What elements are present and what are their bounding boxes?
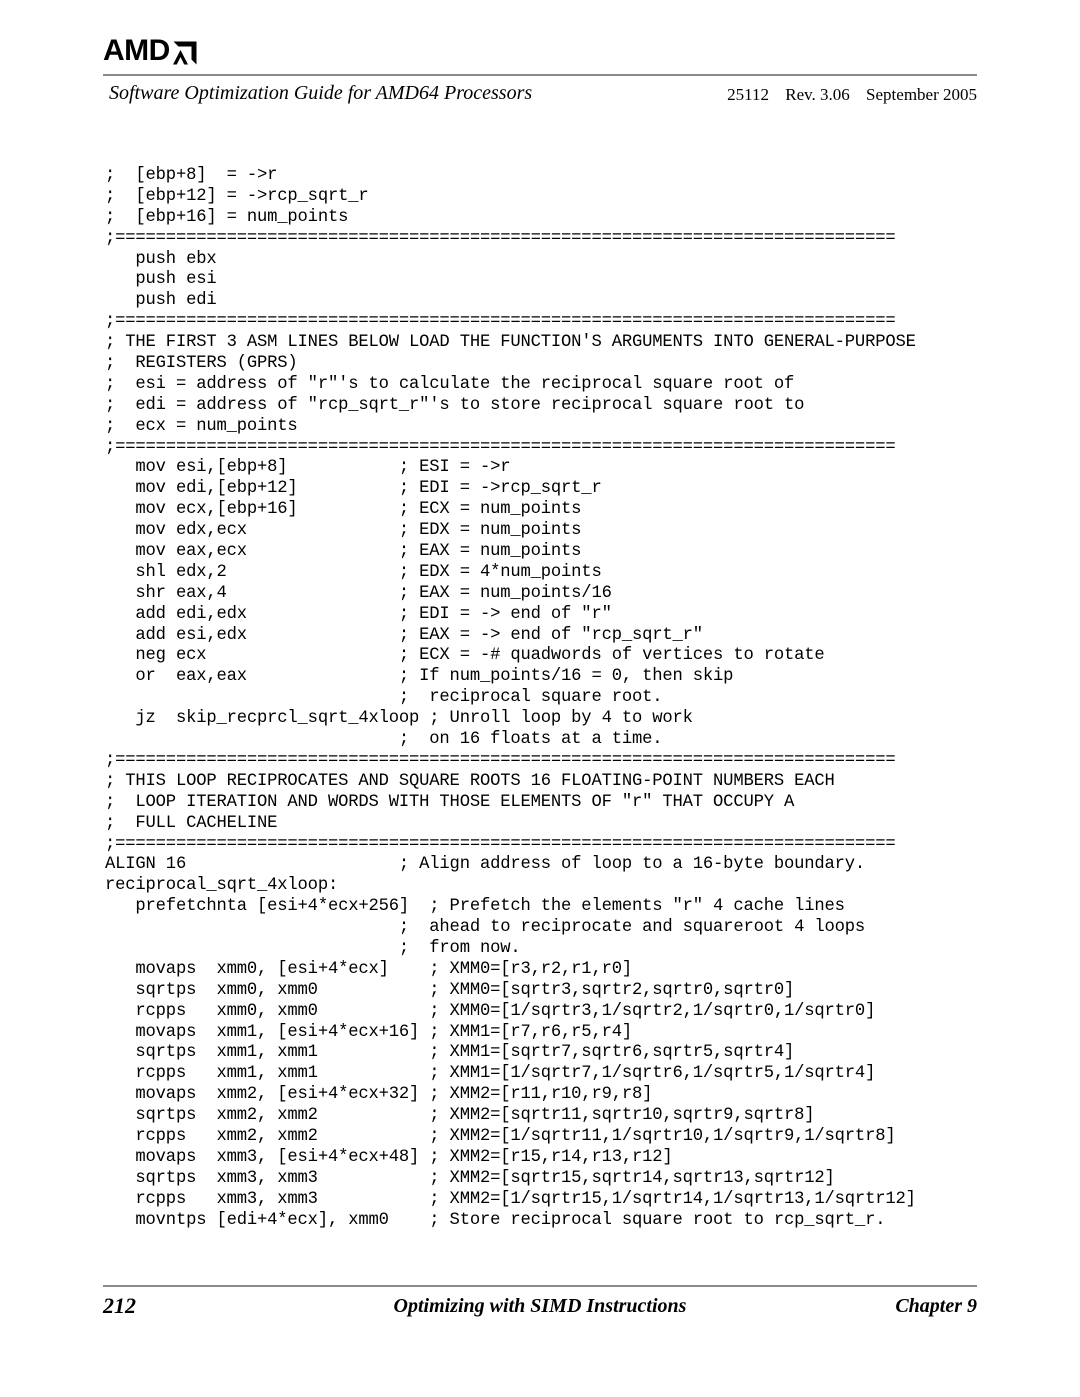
document-date: September 2005 <box>866 85 977 104</box>
footer-section-title: Optimizing with SIMD Instructions <box>393 1295 687 1317</box>
code-line: neg ecx ; ECX = -# quadwords of vertices… <box>105 646 825 666</box>
code-line: rcpps xmm0, xmm0 ; XMM0=[1/sqrtr3,1/sqrt… <box>105 1001 876 1021</box>
header-divider <box>103 74 977 76</box>
document-meta: 25112 Rev. 3.06 September 2005 <box>727 85 977 105</box>
code-line: ;=======================================… <box>105 312 896 332</box>
code-line: add edi,edx ; EDI = -> end of "r" <box>105 604 612 624</box>
code-line: ;=======================================… <box>105 437 896 457</box>
code-line: movaps xmm0, [esi+4*ecx] ; XMM0=[r3,r2,r… <box>105 959 632 979</box>
code-line: ; THE FIRST 3 ASM LINES BELOW LOAD THE F… <box>105 333 916 353</box>
code-line: ; [ebp+16] = num_points <box>105 207 349 227</box>
code-line: ;=======================================… <box>105 228 896 248</box>
code-line: rcpps xmm3, xmm3 ; XMM2=[1/sqrtr15,1/sqr… <box>105 1189 916 1209</box>
code-line: rcpps xmm1, xmm1 ; XMM1=[1/sqrtr7,1/sqrt… <box>105 1064 876 1084</box>
page-header: AMD <box>103 36 977 70</box>
code-line: push edi <box>105 291 217 311</box>
code-line: prefetchnta [esi+4*ecx+256] ; Prefetch t… <box>105 897 845 917</box>
footer-divider <box>103 1285 977 1287</box>
code-line: mov edx,ecx ; EDX = num_points <box>105 521 582 541</box>
code-line: jz skip_recprcl_sqrt_4xloop ; Unroll loo… <box>105 709 693 729</box>
code-line: sqrtps xmm2, xmm2 ; XMM2=[sqrtr11,sqrtr1… <box>105 1106 815 1126</box>
code-line: ; ecx = num_points <box>105 416 298 436</box>
amd-logo: AMD <box>103 36 977 66</box>
code-line: ; [ebp+8] = ->r <box>105 166 278 185</box>
code-line: shr eax,4 ; EAX = num_points/16 <box>105 583 612 603</box>
code-line: sqrtps xmm3, xmm3 ; XMM2=[sqrtr15,sqrtr1… <box>105 1168 835 1188</box>
code-line: push esi <box>105 270 217 290</box>
code-line: push ebx <box>105 249 217 269</box>
code-line: movaps xmm2, [esi+4*ecx+32] ; XMM2=[r11,… <box>105 1085 653 1105</box>
document-page: AMD Software Optimization Guide for AMD6… <box>0 0 1080 1397</box>
code-line: movntps [edi+4*ecx], xmm0 ; Store recipr… <box>105 1210 886 1230</box>
code-line: mov eax,ecx ; EAX = num_points <box>105 542 582 562</box>
code-line: mov edi,[ebp+12] ; EDI = ->rcp_sqrt_r <box>105 479 602 499</box>
document-title: Software Optimization Guide for AMD64 Pr… <box>109 82 533 104</box>
document-number: 25112 <box>727 85 770 104</box>
footer-chapter: Chapter 9 <box>895 1295 977 1317</box>
code-line: movaps xmm1, [esi+4*ecx+16] ; XMM1=[r7,r… <box>105 1022 632 1042</box>
code-line: ; ahead to reciprocate and squareroot 4 … <box>105 918 866 938</box>
code-line: ALIGN 16 ; Align address of loop to a 16… <box>105 855 866 875</box>
amd-arrow-icon <box>171 41 197 65</box>
code-line: sqrtps xmm1, xmm1 ; XMM1=[sqrtr7,sqrtr6,… <box>105 1043 795 1063</box>
code-line: ; from now. <box>105 938 521 958</box>
amd-wordmark: AMD <box>103 34 170 67</box>
code-line: ; LOOP ITERATION AND WORDS WITH THOSE EL… <box>105 792 795 812</box>
code-line: movaps xmm3, [esi+4*ecx+48] ; XMM2=[r15,… <box>105 1147 673 1167</box>
assembly-code-listing: ; [ebp+8] = ->r; [ebp+12] = ->rcp_sqrt_r… <box>105 166 1005 1231</box>
code-line: sqrtps xmm0, xmm0 ; XMM0=[sqrtr3,sqrtr2,… <box>105 980 795 1000</box>
page-footer: 212 Optimizing with SIMD Instructions Ch… <box>103 1293 977 1323</box>
code-line: ; REGISTERS (GPRS) <box>105 354 298 374</box>
code-line: ;=======================================… <box>105 834 896 854</box>
code-line: ; on 16 floats at a time. <box>105 730 663 750</box>
header-info-line: Software Optimization Guide for AMD64 Pr… <box>103 82 977 108</box>
code-line: mov esi,[ebp+8] ; ESI = ->r <box>105 458 511 478</box>
code-line: rcpps xmm2, xmm2 ; XMM2=[1/sqrtr11,1/sqr… <box>105 1126 896 1146</box>
code-line: or eax,eax ; If num_points/16 = 0, then … <box>105 667 734 687</box>
code-line: mov ecx,[ebp+16] ; ECX = num_points <box>105 500 582 520</box>
code-line: shl edx,2 ; EDX = 4*num_points <box>105 562 602 582</box>
code-line: ; reciprocal square root. <box>105 688 663 708</box>
code-line: ; FULL CACHELINE <box>105 813 278 833</box>
code-line: ; [ebp+12] = ->rcp_sqrt_r <box>105 186 369 206</box>
code-line: ; esi = address of "r"'s to calculate th… <box>105 374 795 394</box>
code-line: reciprocal_sqrt_4xloop: <box>105 876 339 896</box>
document-revision: Rev. 3.06 <box>785 85 850 104</box>
code-line: add esi,edx ; EAX = -> end of "rcp_sqrt_… <box>105 625 703 645</box>
code-line: ; THIS LOOP RECIPROCATES AND SQUARE ROOT… <box>105 771 835 791</box>
code-line: ;=======================================… <box>105 750 896 770</box>
code-line: ; edi = address of "rcp_sqrt_r"'s to sto… <box>105 395 805 415</box>
